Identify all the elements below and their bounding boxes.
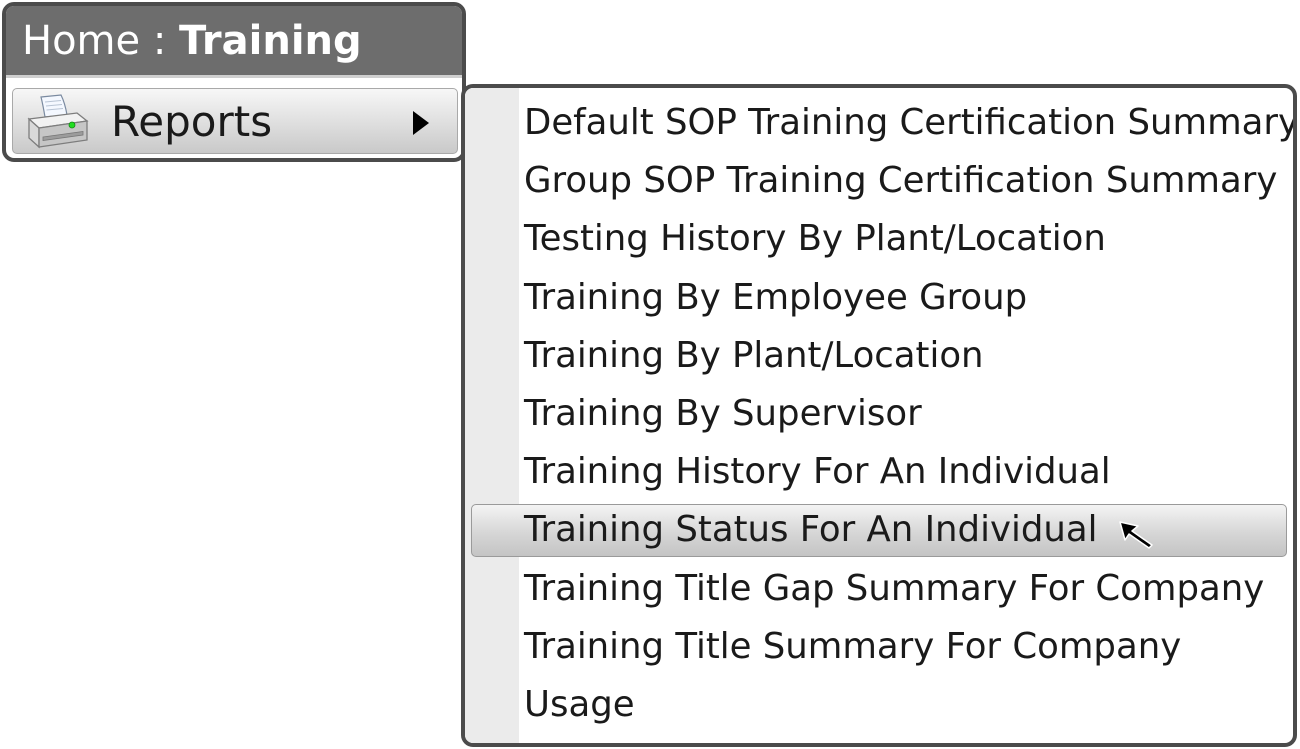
breadcrumb-current: Training (179, 18, 362, 64)
submenu-item-training-by-employee-group[interactable]: Training By Employee Group (465, 269, 1293, 327)
breadcrumb-home[interactable]: Home (22, 18, 140, 64)
submenu-item-testing-history-by-plant-location[interactable]: Testing History By Plant/Location (465, 210, 1293, 268)
mouse-pointer-icon (1119, 521, 1153, 549)
submenu-item-usage[interactable]: Usage (465, 676, 1293, 734)
submenu-item-training-title-summary-for-company[interactable]: Training Title Summary For Company (465, 618, 1293, 676)
submenu-item-training-history-for-an-individual[interactable]: Training History For An Individual (465, 443, 1293, 501)
breadcrumb: Home : Training (6, 6, 462, 78)
submenu-list: Default SOP Training Certification Summa… (465, 94, 1293, 734)
submenu-item-training-title-gap-summary-for-company[interactable]: Training Title Gap Summary For Company (465, 560, 1293, 618)
breadcrumb-separator: : (140, 18, 180, 64)
printer-icon (27, 94, 89, 149)
main-menu-panel: Home : Training Reports (2, 2, 466, 162)
submenu-item-group-sop-training-certification-summary[interactable]: Group SOP Training Certification Summary (465, 152, 1293, 210)
menu-item-reports[interactable]: Reports (12, 88, 458, 154)
submenu-item-training-by-plant-location[interactable]: Training By Plant/Location (465, 327, 1293, 385)
menu-item-reports-label: Reports (111, 97, 273, 146)
submenu-item-default-sop-training-certification-summary[interactable]: Default SOP Training Certification Summa… (465, 94, 1293, 152)
chevron-right-icon (413, 111, 429, 135)
submenu-item-training-status-for-an-individual[interactable]: Training Status For An Individual (465, 501, 1293, 559)
submenu-item-training-by-supervisor[interactable]: Training By Supervisor (465, 385, 1293, 443)
reports-submenu: Default SOP Training Certification Summa… (461, 84, 1297, 747)
